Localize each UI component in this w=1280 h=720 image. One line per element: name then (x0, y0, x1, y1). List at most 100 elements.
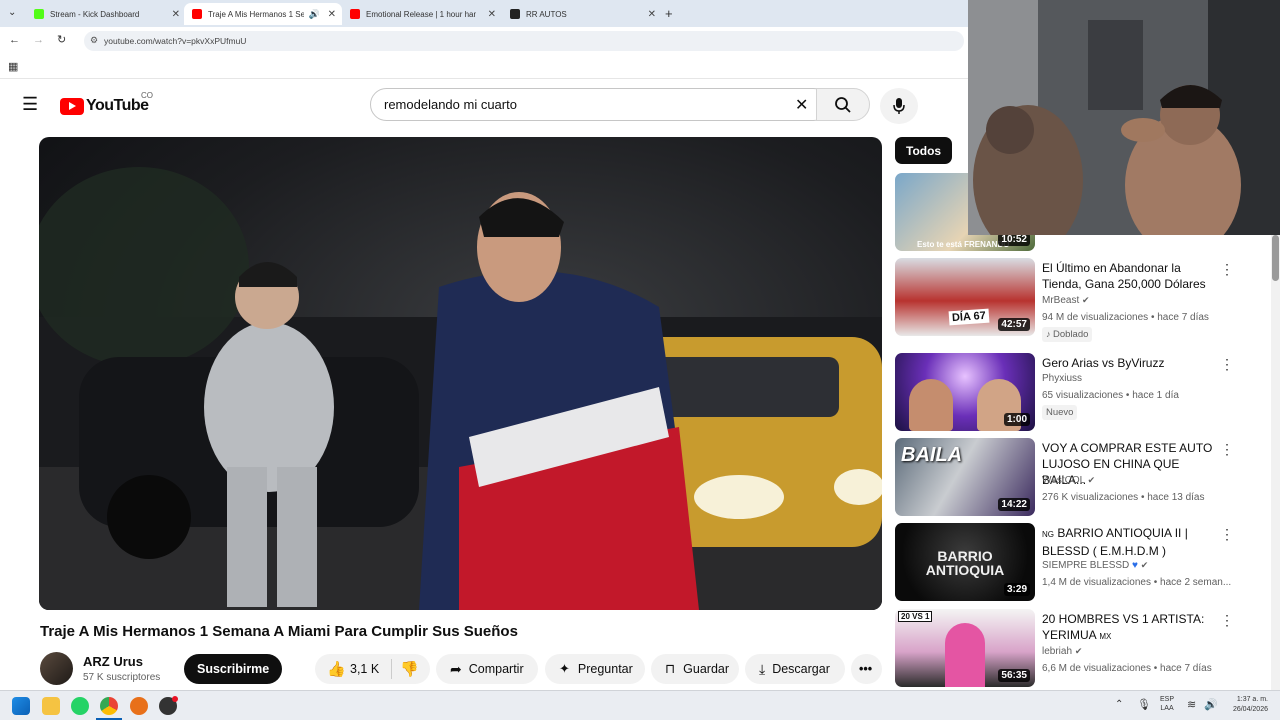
video-player[interactable] (39, 137, 882, 610)
more-options-icon[interactable]: ⋮ (1220, 612, 1234, 629)
video-thumbnail[interactable]: BAILA 14:22 (895, 438, 1035, 516)
url-field[interactable]: ⚙ youtube.com/watch?v=pkvXxPUfmuU (84, 31, 964, 51)
verified-icon: ✔ (1140, 560, 1149, 570)
channel-name[interactable]: lebriah ✔ (1042, 646, 1082, 657)
verified-icon: ✔ (1074, 646, 1083, 656)
subscriber-count: 57 K suscriptores (83, 672, 161, 683)
browser-tab-bar: ⌄ Stream - Kick Dashboard ✕ Traje A Mis … (0, 0, 968, 27)
channel-name[interactable]: WestCOL ✔ (1042, 475, 1095, 486)
like-count[interactable]: 3,1 K (350, 662, 379, 676)
download-button[interactable]: ⤓ Descargar (745, 654, 845, 684)
video-thumbnail[interactable]: 1:00 (895, 353, 1035, 431)
share-button[interactable]: ➦ Compartir (436, 654, 538, 684)
recommended-video[interactable]: DÍA 67 42:57 El Último en Abandonar la T… (895, 258, 1235, 342)
ask-label: Preguntar (577, 662, 633, 676)
clock[interactable]: 1:37 a. m. 26/04/2026 (1226, 695, 1268, 715)
clear-search-icon[interactable]: ✕ (795, 95, 808, 115)
close-tab-icon[interactable]: ✕ (328, 9, 336, 20)
microphone-icon (893, 98, 905, 114)
close-tab-icon[interactable]: ✕ (172, 9, 180, 20)
voice-search-button[interactable] (880, 88, 918, 124)
bookmark-icon: ⊓ (665, 661, 676, 676)
close-tab-icon[interactable]: ✕ (648, 9, 656, 20)
video-thumbnail[interactable]: 20 VS 1 56:35 (895, 609, 1035, 687)
search-box[interactable]: remodelando mi cuarto ✕ (370, 88, 830, 121)
channel-row: ARZ Urus 57 K suscriptores Suscribirme 👍… (40, 650, 882, 690)
windows-start-icon[interactable] (12, 697, 30, 715)
more-options-icon[interactable]: ⋮ (1220, 356, 1234, 373)
video-frame (39, 167, 882, 610)
show-hidden-icons-icon[interactable]: ⌃ (1115, 699, 1123, 710)
channel-label: MrBeast (1042, 295, 1080, 306)
chrome-icon[interactable] (100, 697, 118, 715)
kick-favicon-icon (34, 9, 44, 19)
country-code: CO (141, 91, 153, 100)
youtube-logo[interactable]: YouTube (60, 95, 149, 117)
channel-name[interactable]: ARZ Urus (83, 654, 143, 669)
tab-kick-dashboard[interactable]: Stream - Kick Dashboard ✕ (26, 3, 186, 25)
subscribe-button[interactable]: Suscribirme (184, 654, 283, 684)
file-explorer-icon[interactable] (42, 697, 60, 715)
like-icon[interactable]: 👍 (327, 660, 346, 678)
channel-name[interactable]: SIEMPRE BLESSD ♥ ✔ (1042, 560, 1148, 571)
video-thumbnail[interactable]: BARRIO ANTIOQUIA 3:29 (895, 523, 1035, 601)
recommended-video[interactable]: BARRIO ANTIOQUIA 3:29 NG BARRIO ANTIOQUI… (895, 523, 1235, 603)
video-title[interactable]: NG BARRIO ANTIOQUIA II | BLESSD ( E.M.H.… (1042, 525, 1217, 559)
tab-rr-autos[interactable]: RR AUTOS ✕ (502, 3, 662, 25)
microphone-tray-icon[interactable]: 🎙 (1137, 698, 1151, 711)
channel-label: SIEMPRE BLESSD (1042, 560, 1130, 571)
back-icon[interactable]: ← (9, 34, 20, 46)
recommended-video[interactable]: 1:00 Gero Arias vs ByViruzz Phyxiuss 65 … (895, 353, 1235, 433)
video-title[interactable]: 20 HOMBRES VS 1 ARTISTA: YERIMUA MX (1042, 611, 1217, 645)
webcam-overlay (968, 0, 1280, 235)
download-label: Descargar (772, 662, 830, 676)
windows-taskbar: ⌃ 🎙 ESP LAA ≋ 🔊 1:37 a. m. 26/04/2026 (0, 690, 1280, 720)
thumbnail-caption: 20 VS 1 (898, 611, 933, 622)
more-options-icon[interactable]: ⋮ (1220, 526, 1234, 543)
speaker-icon[interactable]: 🔊 (309, 9, 320, 20)
ask-button[interactable]: ✦ Preguntar (545, 654, 645, 684)
video-thumbnail[interactable]: DÍA 67 42:57 (895, 258, 1035, 336)
more-horizontal-icon: ••• (859, 662, 873, 676)
tab-emotional-release[interactable]: Emotional Release | 1 hour han ✕ (342, 3, 502, 25)
video-title: Traje A Mis Hermanos 1 Semana A Miami Pa… (40, 623, 518, 640)
video-title[interactable]: El Último en Abandonar la Tienda, Gana 2… (1042, 260, 1217, 292)
video-meta: 6,6 M de visualizaciones • hace 7 días (1042, 663, 1212, 674)
thumbnail-caption: DÍA 67 (948, 308, 990, 326)
save-button[interactable]: ⊓ Guardar (651, 654, 739, 684)
site-info-icon[interactable]: ⚙ (90, 35, 98, 46)
language-indicator[interactable]: ESP LAA (1160, 695, 1174, 713)
search-input[interactable]: remodelando mi cuarto (384, 97, 517, 112)
channel-avatar[interactable] (40, 652, 73, 685)
youtube-header: ☰ YouTube CO remodelando mi cuarto ✕ (0, 80, 968, 130)
new-tab-icon[interactable]: + (665, 6, 673, 21)
search-button[interactable] (816, 88, 870, 121)
share-label: Compartir (468, 662, 524, 676)
chip-all[interactable]: Todos (895, 137, 953, 164)
more-options-icon[interactable]: ⋮ (1220, 261, 1234, 278)
menu-icon[interactable]: ☰ (22, 94, 38, 115)
channel-name[interactable]: MrBeast ✔ (1042, 295, 1090, 306)
scrollbar-thumb[interactable] (1272, 235, 1279, 281)
more-options-icon[interactable]: ⋮ (1220, 441, 1234, 458)
brave-icon[interactable] (130, 697, 148, 715)
video-duration: 56:35 (998, 669, 1030, 682)
clock-time: 1:37 a. m. (1236, 696, 1268, 703)
forward-icon[interactable]: → (33, 34, 44, 46)
more-actions-button[interactable]: ••• (851, 654, 882, 684)
reload-icon[interactable]: ↻ (57, 33, 66, 46)
volume-icon[interactable]: 🔊 (1204, 698, 1218, 711)
video-title[interactable]: Gero Arias vs ByViruzz (1042, 355, 1217, 371)
apps-grid-icon[interactable]: ▦ (8, 60, 18, 73)
recommended-video[interactable]: 20 VS 1 56:35 20 HOMBRES VS 1 ARTISTA: Y… (895, 609, 1235, 689)
tab-current-video[interactable]: Traje A Mis Hermanos 1 Ser 🔊 ✕ (184, 3, 342, 25)
whatsapp-icon[interactable] (71, 697, 89, 715)
tab-list-chevron-icon[interactable]: ⌄ (8, 7, 16, 18)
page-scrollbar[interactable] (1271, 235, 1280, 690)
channel-name[interactable]: Phyxiuss (1042, 373, 1082, 384)
wifi-icon[interactable]: ≋ (1187, 698, 1196, 711)
close-tab-icon[interactable]: ✕ (488, 9, 496, 20)
dislike-icon[interactable]: 👎 (400, 660, 419, 678)
recommended-video[interactable]: BAILA 14:22 VOY A COMPRAR ESTE AUTO LUJO… (895, 438, 1235, 518)
thumbnail-caption: Esto te está FRENANDO (917, 240, 1010, 249)
